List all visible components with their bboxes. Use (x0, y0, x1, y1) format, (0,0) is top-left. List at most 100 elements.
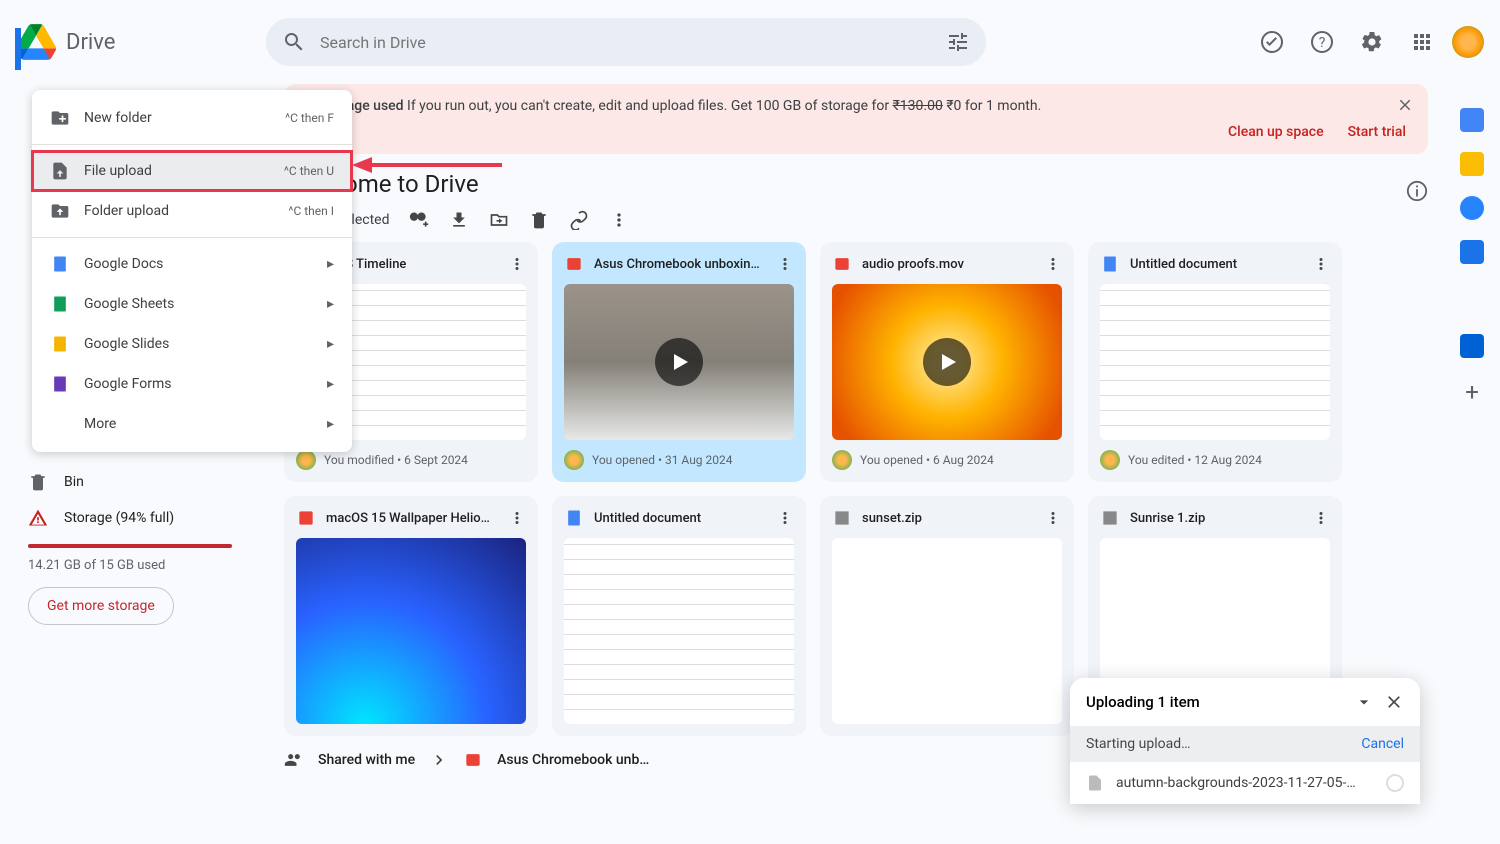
search-input[interactable] (320, 33, 932, 52)
storage-progress-bar (28, 544, 232, 548)
file-title: Asus Chromebook unboxin… (594, 257, 766, 272)
avatar-icon (296, 450, 316, 470)
breadcrumb-item[interactable]: Asus Chromebook unb… (497, 752, 649, 768)
cleanup-space-link[interactable]: Clean up space (1228, 124, 1324, 140)
file-thumbnail (832, 538, 1062, 724)
file-card[interactable]: Asus Chromebook unboxin… You opened • 31… (552, 242, 806, 482)
chevron-right-icon: ▸ (327, 336, 334, 352)
more-icon[interactable] (609, 210, 629, 230)
upload-status: Starting upload… (1086, 736, 1191, 752)
download-icon[interactable] (449, 210, 469, 230)
upload-progress-panel: Uploading 1 item Starting upload… Cancel… (1070, 678, 1420, 804)
more-icon[interactable] (776, 509, 794, 527)
help-icon[interactable]: ? (1302, 22, 1342, 62)
chevron-down-icon[interactable] (1354, 692, 1374, 712)
card-subtext: You opened • 31 Aug 2024 (564, 450, 794, 470)
file-card[interactable]: audio proofs.mov You opened • 6 Aug 2024 (820, 242, 1074, 482)
upload-filename: autumn-backgrounds-2023-11-27-05-… (1116, 775, 1374, 791)
chevron-right-icon: ▸ (327, 296, 334, 312)
offline-ready-icon[interactable] (1252, 22, 1292, 62)
sheets-icon (50, 294, 70, 314)
tasks-app-icon[interactable] (1460, 196, 1484, 220)
drive-logo-icon (16, 24, 56, 60)
tab-indicator (15, 28, 21, 70)
link-icon[interactable] (569, 210, 589, 230)
move-icon[interactable] (489, 210, 509, 230)
files-grid: SMS Timeline You modified • 6 Sept 2024 … (284, 242, 1428, 736)
delete-icon[interactable] (529, 210, 549, 230)
file-title: Untitled document (1130, 257, 1302, 272)
upload-title: Uploading 1 item (1086, 693, 1200, 711)
sidebar-item-storage[interactable]: Storage (94% full) (8, 500, 252, 536)
menu-more[interactable]: More ▸ (32, 404, 352, 444)
menu-new-folder[interactable]: New folder ^C then F (32, 98, 352, 138)
menu-folder-upload[interactable]: Folder upload ^C then I (32, 191, 352, 231)
upload-file-item: autumn-backgrounds-2023-11-27-05-… (1070, 762, 1420, 804)
sidebar-item-bin[interactable]: Bin (8, 464, 252, 500)
header: Drive ? (0, 0, 1500, 84)
storage-label: Storage (94% full) (64, 510, 174, 526)
menu-google-forms[interactable]: Google Forms ▸ (32, 364, 352, 404)
menu-google-docs[interactable]: Google Docs ▸ (32, 244, 352, 284)
file-title: Untitled document (594, 511, 766, 526)
add-app-icon[interactable]: + (1465, 378, 1479, 406)
get-more-storage-button[interactable]: Get more storage (28, 587, 174, 625)
tune-icon[interactable] (946, 30, 970, 54)
share-icon[interactable] (409, 210, 429, 230)
new-context-menu: New folder ^C then F File upload ^C then… (32, 90, 352, 452)
chevron-right-icon (429, 750, 449, 770)
chevron-right-icon: ▸ (327, 416, 334, 432)
app-title: Drive (66, 30, 115, 55)
storage-warning-banner: of storage used If you run out, you can'… (284, 84, 1428, 154)
contacts-app-icon[interactable] (1460, 240, 1484, 264)
settings-icon[interactable] (1352, 22, 1392, 62)
slides-icon (50, 334, 70, 354)
chevron-right-icon: ▸ (327, 256, 334, 272)
more-icon[interactable] (1312, 509, 1330, 527)
keep-app-icon[interactable] (1460, 152, 1484, 176)
file-thumbnail (832, 284, 1062, 440)
docs-icon (50, 254, 70, 274)
svg-text:?: ? (1319, 35, 1326, 51)
calendar-app-icon[interactable] (1460, 108, 1484, 132)
more-icon[interactable] (1044, 509, 1062, 527)
upload-cancel-link[interactable]: Cancel (1361, 736, 1404, 752)
forms-icon (50, 374, 70, 394)
upload-file-icon (50, 161, 70, 181)
menu-file-upload[interactable]: File upload ^C then U (32, 151, 352, 191)
storage-used-text: 14.21 GB of 15 GB used (8, 556, 252, 575)
card-subtext: You opened • 6 Aug 2024 (832, 450, 1062, 470)
trash-icon (28, 472, 48, 492)
more-icon[interactable] (508, 255, 526, 273)
avatar-icon (832, 450, 852, 470)
apps-icon[interactable] (1402, 22, 1442, 62)
close-icon[interactable] (1384, 692, 1404, 712)
card-subtext: You edited • 12 Aug 2024 (1100, 450, 1330, 470)
selection-toolbar: elected (284, 206, 1428, 242)
more-icon[interactable] (776, 255, 794, 273)
side-panel: + (1444, 84, 1500, 784)
more-icon[interactable] (1312, 255, 1330, 273)
file-thumbnail (296, 538, 526, 724)
file-title: Sunrise 1.zip (1130, 511, 1302, 526)
user-avatar[interactable] (1452, 26, 1484, 58)
callout-arrow (352, 155, 502, 175)
more-icon[interactable] (1044, 255, 1062, 273)
menu-google-slides[interactable]: Google Slides ▸ (32, 324, 352, 364)
start-trial-link[interactable]: Start trial (1348, 124, 1406, 140)
file-card[interactable]: Untitled document (552, 496, 806, 736)
file-card[interactable]: sunset.zip (820, 496, 1074, 736)
info-icon[interactable] (1406, 180, 1428, 202)
menu-google-sheets[interactable]: Google Sheets ▸ (32, 284, 352, 324)
breadcrumb-shared[interactable]: Shared with me (318, 752, 415, 768)
avatar-icon (1100, 450, 1120, 470)
file-card[interactable]: Untitled document You edited • 12 Aug 20… (1088, 242, 1342, 482)
search-bar[interactable] (266, 18, 986, 66)
box-app-icon[interactable] (1460, 334, 1484, 358)
close-banner-icon[interactable] (1396, 96, 1414, 114)
upload-spinner-icon (1386, 774, 1404, 792)
more-icon[interactable] (508, 509, 526, 527)
people-icon (284, 750, 304, 770)
menu-divider (32, 237, 352, 238)
file-card[interactable]: macOS 15 Wallpaper Helio… (284, 496, 538, 736)
